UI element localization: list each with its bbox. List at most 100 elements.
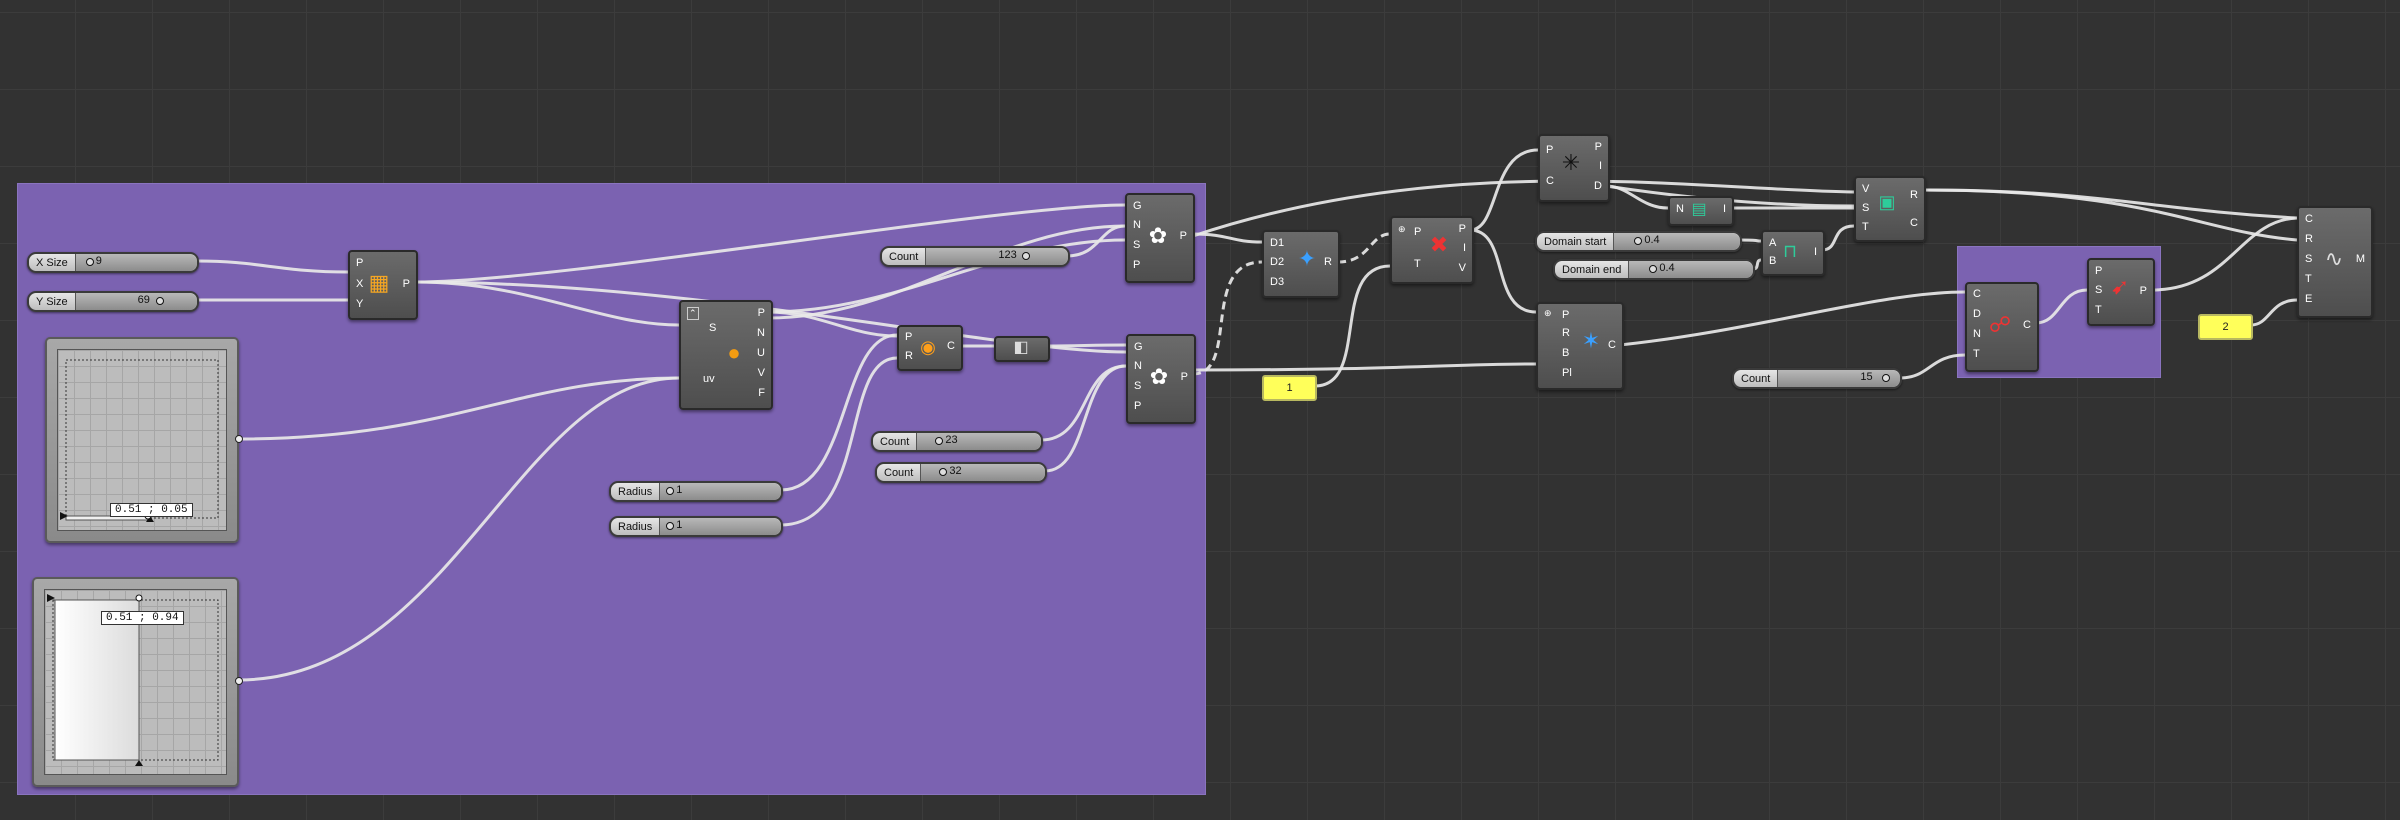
output-r: R <box>1324 256 1332 268</box>
slider-label: Count <box>1734 370 1779 387</box>
slider-track[interactable]: 23 <box>917 433 1041 450</box>
graph-area[interactable]: 0.51 ; 0.94 <box>44 589 227 775</box>
y-size-slider[interactable]: Y Size 69 <box>27 291 199 312</box>
wire-count15-divide <box>1899 353 1966 380</box>
slider-label: Domain end <box>1555 261 1630 278</box>
slider-track[interactable]: 15 <box>1778 370 1900 387</box>
input-v: V <box>1862 183 1870 195</box>
input-c: C <box>2305 213 2313 225</box>
wire-closest-sort <box>1605 184 1669 210</box>
panel-value: 1 <box>1286 382 1293 394</box>
input-d3: D3 <box>1270 276 1285 288</box>
output-c: C <box>2023 319 2031 331</box>
plane-component[interactable]: ⊕ P R B Pl ✶ C <box>1536 302 1624 390</box>
output-p: P <box>402 278 410 290</box>
output-i: I <box>1462 242 1466 254</box>
input-g: G <box>1133 200 1142 212</box>
input-e: E <box>2305 293 2313 305</box>
surface-points-component[interactable]: ⌃ S uv ● P N U V F <box>679 300 773 410</box>
graft-icon: ⊕ <box>1544 308 1552 318</box>
count-slider-23[interactable]: Count 23 <box>871 431 1043 452</box>
merge-component[interactable]: D1 D2 D3 ✦ R <box>1262 230 1340 298</box>
bounds-component[interactable]: A B ⊓ I <box>1761 230 1825 276</box>
slider-label: Y Size <box>29 293 76 310</box>
wire-remap-sweep-2 <box>1922 188 2298 242</box>
slider-track[interactable]: 0.4 <box>1629 261 1753 278</box>
radius-slider-b[interactable]: Radius 1 <box>609 516 783 537</box>
graph-mapper-a[interactable]: 0.51 ; 0.05 <box>45 337 243 543</box>
slider-value: 0.4 <box>1659 262 1675 274</box>
surface-icon: ● <box>727 340 741 365</box>
wire-bounds-remap <box>1821 224 1855 252</box>
input-r: R <box>905 350 913 362</box>
input-s: S <box>2305 253 2313 265</box>
output-i: I <box>1598 160 1602 172</box>
input-a: A <box>1769 237 1777 249</box>
sweep-component[interactable]: C R S T E ∿ M <box>2297 206 2373 318</box>
noise-icon: ✿ <box>1149 364 1169 389</box>
slider-track[interactable]: 123 <box>926 248 1068 265</box>
input-p: P <box>1562 309 1570 321</box>
number-panel-2[interactable]: 2 <box>2198 314 2253 340</box>
slider-value: 32 <box>949 465 962 477</box>
graph-output-port[interactable] <box>235 677 243 685</box>
evaluate-component[interactable]: P S T ➹ P <box>2087 258 2155 326</box>
circle-icon: ◉ <box>920 337 936 357</box>
input-t: T <box>1973 348 1980 360</box>
input-p: P <box>2095 265 2103 277</box>
input-s: S <box>2095 284 2103 296</box>
slider-track[interactable]: 69 <box>75 293 197 310</box>
noise-component-bottom[interactable]: G N S P ✿ P <box>1126 334 1196 424</box>
input-s: S <box>1862 202 1870 214</box>
graph-mapper-b[interactable]: 0.51 ; 0.94 <box>32 577 243 787</box>
graph-area[interactable]: 0.51 ; 0.05 <box>57 349 227 531</box>
wire-merge-cull <box>1337 232 1391 264</box>
count-slider-32[interactable]: Count 32 <box>875 462 1047 483</box>
wire-panel2-sweep <box>2250 298 2298 327</box>
remap-component[interactable]: V S T ▣ R C <box>1854 176 1926 242</box>
input-p: P <box>1133 259 1141 271</box>
slider-track[interactable]: 9 <box>75 254 197 271</box>
number-panel-1[interactable]: 1 <box>1262 375 1317 401</box>
output-d: D <box>1594 180 1602 192</box>
output-c: C <box>1910 217 1918 229</box>
circle-component[interactable]: P R ◉ C <box>897 325 963 371</box>
grid-component[interactable]: P X Y ▦ P <box>348 250 418 320</box>
grid-icon: ▦ <box>368 270 390 295</box>
sweep-icon: ∿ <box>2324 246 2344 271</box>
input-g: G <box>1134 341 1143 353</box>
input-r: R <box>2305 233 2313 245</box>
count-slider-123[interactable]: Count 123 <box>880 246 1070 267</box>
slider-track[interactable]: 1 <box>660 483 781 500</box>
slider-label: Domain start <box>1537 233 1615 250</box>
slider-value: 23 <box>945 434 958 446</box>
noise-component-top[interactable]: G N S P ✿ P <box>1125 193 1195 283</box>
wire-remap-sweep <box>1922 188 2298 220</box>
slider-value: 1 <box>676 519 683 531</box>
graph-output-port[interactable] <box>235 435 243 443</box>
input-n: N <box>1133 219 1141 231</box>
count-slider-15[interactable]: Count 15 <box>1732 368 1902 389</box>
domain-end-slider[interactable]: Domain end 0.4 <box>1553 259 1755 280</box>
sort-component[interactable]: N ▤ I <box>1668 196 1734 226</box>
domain-start-slider[interactable]: Domain start 0.4 <box>1535 231 1742 252</box>
x-size-slider[interactable]: X Size 9 <box>27 252 199 273</box>
divide-component[interactable]: C D N T ☍ C <box>1965 282 2039 372</box>
deconstruct-component[interactable]: ◧ <box>994 336 1050 362</box>
output-i: I <box>1722 203 1726 215</box>
slider-label: Radius <box>611 518 661 535</box>
closest-points-component[interactable]: P C ✳ P I D <box>1538 134 1610 202</box>
slider-track[interactable]: 32 <box>921 464 1045 481</box>
slider-label: Count <box>877 464 922 481</box>
cull-component[interactable]: ⊕ P T ✖ P I V <box>1390 216 1474 284</box>
slider-value: 69 <box>137 294 150 306</box>
panel-value: 2 <box>2222 321 2229 333</box>
slider-value: 15 <box>1860 371 1873 383</box>
input-p: P <box>905 331 913 343</box>
output-f: F <box>758 387 765 399</box>
grasshopper-canvas[interactable]: X Size 9 Y Size 69 Count 123 Count 23 Co… <box>0 0 2400 820</box>
slider-track[interactable]: 0.4 <box>1614 233 1740 250</box>
slider-track[interactable]: 1 <box>660 518 781 535</box>
slider-value: 1 <box>676 484 683 496</box>
radius-slider-a[interactable]: Radius 1 <box>609 481 783 502</box>
